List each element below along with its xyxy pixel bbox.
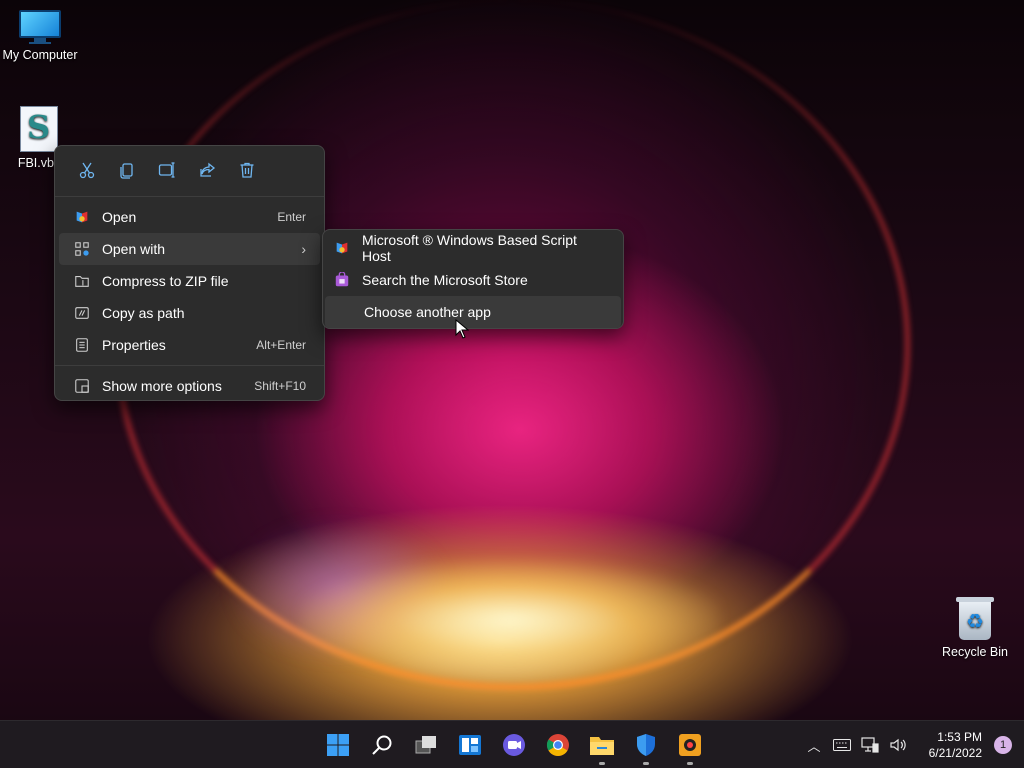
windows-logo-icon xyxy=(327,734,349,756)
menu-item-compress-zip[interactable]: Compress to ZIP file xyxy=(59,265,320,297)
open-with-icon xyxy=(73,240,91,258)
keyboard-icon xyxy=(833,739,851,751)
notification-badge[interactable]: 1 xyxy=(994,736,1012,754)
chrome-icon xyxy=(547,734,569,756)
submenu-item-label: Microsoft ® Windows Based Script Host xyxy=(362,232,577,264)
wallpaper-glow xyxy=(300,560,720,680)
menu-item-open[interactable]: Open Enter xyxy=(59,201,320,233)
chevron-right-icon: › xyxy=(301,241,306,257)
store-icon xyxy=(333,271,351,289)
menu-item-shortcut: Shift+F10 xyxy=(254,379,306,393)
chat-icon xyxy=(503,734,525,756)
chat-button[interactable] xyxy=(492,721,536,768)
context-menu: Open Enter Open with › Compress to ZIP f… xyxy=(54,145,325,401)
clock-date: 6/21/2022 xyxy=(928,746,982,760)
script-file-icon: S xyxy=(20,106,58,152)
share-icon xyxy=(200,162,216,177)
task-view-button[interactable] xyxy=(404,721,448,768)
properties-icon xyxy=(73,336,91,354)
shield-icon xyxy=(637,734,655,756)
menu-item-open-with[interactable]: Open with › xyxy=(59,233,320,265)
recycle-bin-icon: ♻ xyxy=(956,597,994,641)
chevron-up-icon: ︿ xyxy=(807,739,821,755)
mouse-cursor-icon xyxy=(455,319,469,339)
desktop-icon-label: Recycle Bin xyxy=(942,645,1008,659)
open-with-submenu: Microsoft ® Windows Based Script Host Se… xyxy=(322,229,624,329)
trash-icon xyxy=(240,162,254,178)
folder-icon xyxy=(590,737,614,755)
network-button[interactable] xyxy=(856,721,884,768)
running-indicator xyxy=(687,762,693,765)
computer-icon xyxy=(19,10,61,44)
menu-item-label: Copy as path xyxy=(102,305,185,321)
more-options-icon xyxy=(73,377,91,395)
script-host-icon xyxy=(333,239,351,257)
scissors-icon xyxy=(79,162,95,179)
show-hidden-icons-button[interactable]: ︿ xyxy=(800,721,828,768)
submenu-item-label: Choose another app xyxy=(364,304,491,320)
menu-item-label: Properties xyxy=(102,337,166,353)
rename-icon xyxy=(158,162,175,178)
menu-separator xyxy=(55,196,324,197)
submenu-item-script-host[interactable]: Microsoft ® Windows Based Script Host xyxy=(323,232,623,264)
file-explorer-button[interactable] xyxy=(580,721,624,768)
volume-button[interactable] xyxy=(884,721,912,768)
menu-item-label: Open xyxy=(102,209,137,225)
share-button[interactable] xyxy=(187,156,227,184)
menu-item-properties[interactable]: Properties Alt+Enter xyxy=(59,329,320,361)
search-icon xyxy=(372,735,392,755)
widgets-button[interactable] xyxy=(448,721,492,768)
menu-item-label: Compress to ZIP file xyxy=(102,273,229,289)
clock[interactable]: 1:53 PM 6/21/2022 xyxy=(912,729,982,761)
menu-item-label: Open with xyxy=(102,241,166,257)
menu-separator xyxy=(55,365,324,366)
app-icon xyxy=(679,734,701,756)
desktop-icon-my-computer[interactable]: My Computer xyxy=(0,10,80,62)
running-indicator xyxy=(599,762,605,765)
submenu-item-label: Search the Microsoft Store xyxy=(362,272,528,288)
network-icon xyxy=(861,737,879,753)
taskbar: ︿ 1:53 PM 6/21/2022 1 xyxy=(0,720,1024,768)
volume-icon xyxy=(890,738,906,752)
desktop-icon-label: My Computer xyxy=(2,48,78,62)
submenu-item-choose-another-app[interactable]: Choose another app xyxy=(325,296,621,328)
clock-time: 1:53 PM xyxy=(937,730,982,744)
running-indicator xyxy=(643,762,649,765)
copy-icon xyxy=(120,163,133,179)
rename-button[interactable] xyxy=(147,156,187,184)
delete-button[interactable] xyxy=(227,156,267,184)
widgets-icon xyxy=(459,735,481,755)
taskbar-apps xyxy=(316,721,712,768)
submenu-item-search-store[interactable]: Search the Microsoft Store xyxy=(323,264,623,296)
path-icon xyxy=(73,304,91,322)
menu-item-label: Show more options xyxy=(102,378,222,394)
desktop-icon-recycle-bin[interactable]: ♻ Recycle Bin xyxy=(935,597,1015,659)
zip-folder-icon xyxy=(73,272,91,290)
pinned-app-button[interactable] xyxy=(668,721,712,768)
blank-icon xyxy=(335,303,353,321)
start-button[interactable] xyxy=(316,721,360,768)
menu-item-shortcut: Enter xyxy=(277,210,306,224)
task-view-icon xyxy=(415,736,436,754)
keyboard-button[interactable] xyxy=(828,721,856,768)
defender-button[interactable] xyxy=(624,721,668,768)
menu-item-copy-as-path[interactable]: Copy as path xyxy=(59,297,320,329)
menu-item-show-more-options[interactable]: Show more options Shift+F10 xyxy=(59,370,320,402)
context-menu-toolbar xyxy=(55,146,324,192)
chrome-button[interactable] xyxy=(536,721,580,768)
search-button[interactable] xyxy=(360,721,404,768)
copy-button[interactable] xyxy=(107,156,147,184)
cut-button[interactable] xyxy=(67,156,107,184)
system-tray: ︿ 1:53 PM 6/21/2022 1 xyxy=(800,721,1024,768)
menu-item-shortcut: Alt+Enter xyxy=(256,338,306,352)
script-host-icon xyxy=(73,208,91,226)
